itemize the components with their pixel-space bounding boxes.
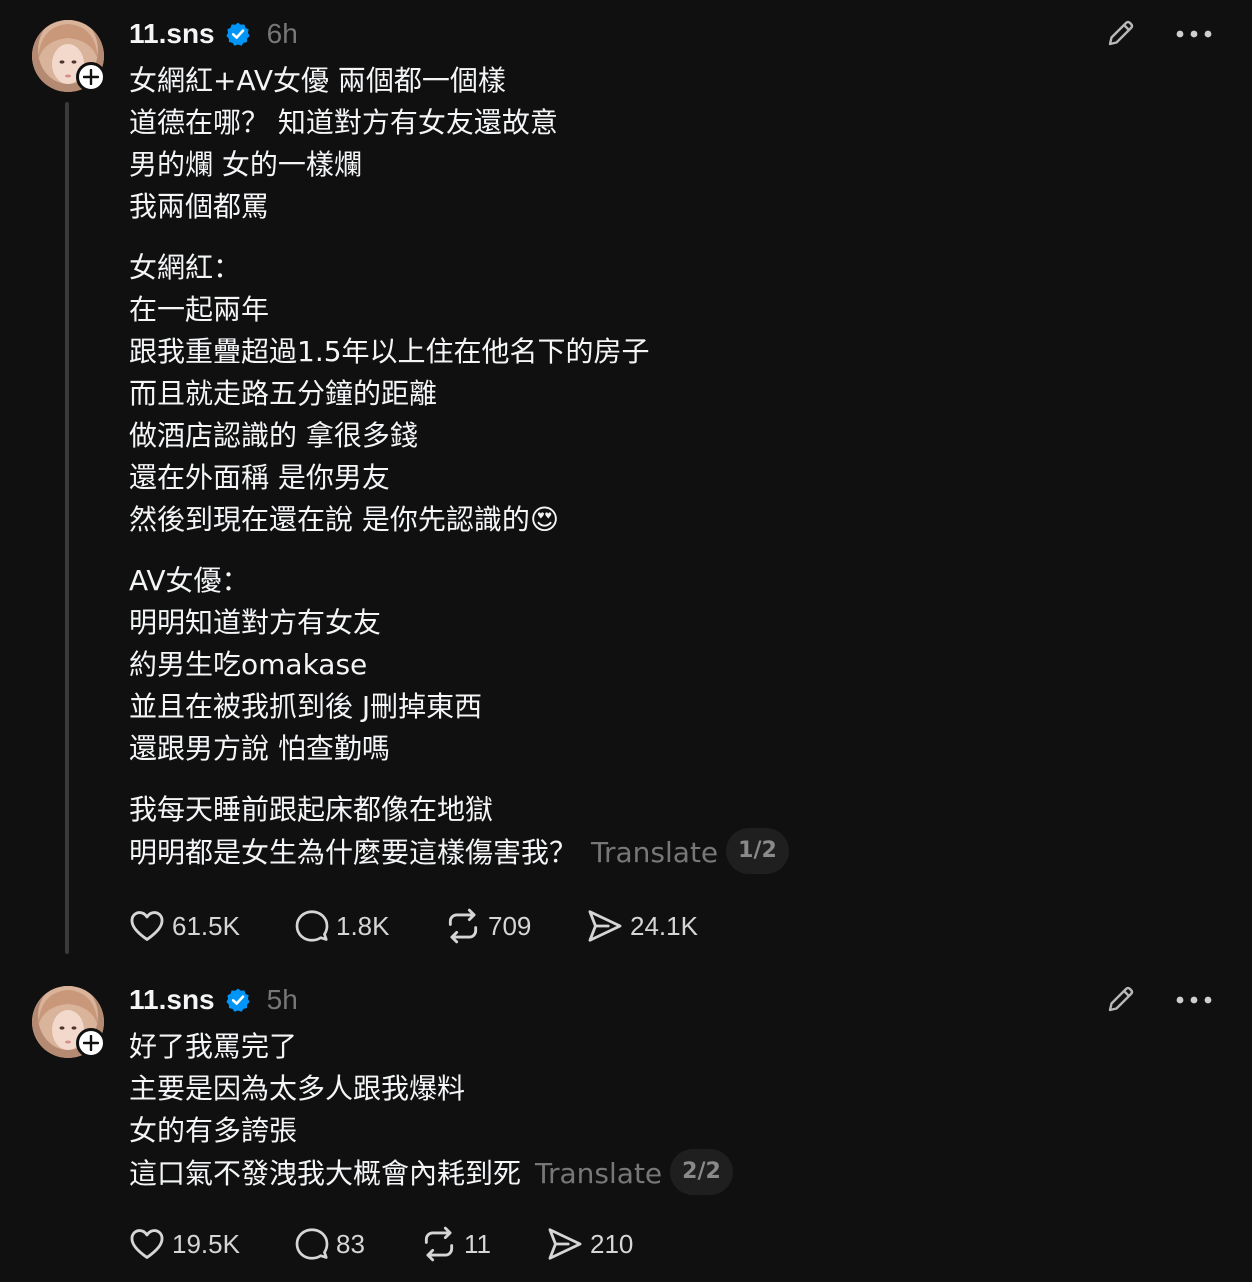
reply-count: 83 — [336, 1228, 365, 1259]
verified-badge-icon — [226, 22, 250, 46]
body-line: 跟我重疊超過1.5年以上住在他名下的房子 — [129, 335, 650, 368]
body-line: 在一起兩年 — [129, 293, 270, 326]
body-line: AV女優： — [129, 564, 250, 597]
heart-icon — [130, 1229, 164, 1259]
post-body: 女網紅+AV女優 兩個都一個樣 道德在哪？ 知道對方有女友還故意 男的爛 女的一… — [129, 60, 789, 874]
reply-button[interactable]: 83 — [294, 1226, 420, 1262]
like-button[interactable]: 61.5K — [128, 907, 294, 945]
share-count: 210 — [590, 1228, 634, 1259]
comment-icon — [295, 910, 329, 942]
body-line: 還在外面稱 是你男友 — [129, 461, 390, 494]
post-header: 11.sns 6h — [129, 14, 298, 54]
thread-page-indicator: 2/2 — [670, 1149, 733, 1195]
follow-button[interactable] — [76, 62, 106, 92]
body-line: 我每天睡前跟起床都像在地獄 — [129, 793, 494, 826]
post-header: 11.sns 5h — [129, 980, 298, 1020]
share-count: 24.1K — [630, 910, 698, 941]
body-line: 明明知道對方有女友 — [129, 606, 382, 639]
plus-icon — [83, 1035, 99, 1051]
body-line-text: 這口氣不發洩我大概會內耗到死 — [129, 1157, 522, 1190]
post-actions: 19.5K 83 11 210 — [128, 1222, 633, 1266]
share-button[interactable]: 24.1K — [586, 907, 698, 945]
verified-badge-icon — [226, 988, 250, 1012]
thread-post-1: 11.sns 6h 女網紅+AV女優 兩個都一個樣 道德在哪？ 知道對方有女友還… — [0, 0, 1252, 960]
body-line: 主要是因為太多人跟我爆料 — [129, 1072, 466, 1105]
send-icon — [588, 910, 622, 942]
plus-icon — [83, 69, 99, 85]
repost-count: 11 — [464, 1228, 491, 1259]
reply-button[interactable]: 1.8K — [294, 908, 444, 944]
body-line: 道德在哪？ 知道對方有女友還故意 — [129, 106, 558, 139]
post-actions: 61.5K 1.8K 709 24.1K — [128, 904, 698, 948]
body-line-last: 明明都是女生為什麼要這樣傷害我？ Translate 1/2 — [129, 828, 789, 874]
comment-icon — [295, 1228, 329, 1260]
body-line: 好了我罵完了 — [129, 1030, 298, 1063]
thread-page-indicator: 1/2 — [726, 828, 789, 874]
username[interactable]: 11.sns — [129, 18, 215, 50]
body-line: 並且在被我抓到後 J刪掉東西 — [129, 690, 483, 723]
pencil-icon[interactable] — [1104, 16, 1138, 50]
repost-button[interactable]: 11 — [420, 1225, 546, 1263]
body-line: 男的爛 女的一樣爛 — [129, 148, 362, 181]
body-line: 然後到現在還在說 是你先認識的😍 — [129, 503, 560, 536]
username[interactable]: 11.sns — [129, 984, 215, 1016]
repost-count: 709 — [488, 910, 532, 941]
send-icon — [548, 1228, 582, 1260]
body-line-text: 明明都是女生為什麼要這樣傷害我？ — [129, 836, 578, 869]
body-line: 而且就走路五分鐘的距離 — [129, 377, 438, 410]
translate-link[interactable]: Translate — [591, 836, 718, 869]
body-line: 女網紅： — [129, 251, 242, 284]
body-line: 約男生吃omakase — [129, 648, 368, 681]
repost-icon — [424, 1226, 454, 1262]
thread-post-2: 11.sns 5h 好了我罵完了 主要是因為太多人跟我爆料 女的有多誇張 這口氣… — [0, 966, 1252, 1282]
body-line: 我兩個都罵 — [129, 190, 270, 223]
repost-icon — [448, 908, 478, 944]
body-line-last: 這口氣不發洩我大概會內耗到死 Translate 2/2 — [129, 1149, 733, 1195]
post-body: 好了我罵完了 主要是因為太多人跟我爆料 女的有多誇張 這口氣不發洩我大概會內耗到… — [129, 1026, 733, 1195]
translate-link[interactable]: Translate — [535, 1157, 662, 1190]
share-button[interactable]: 210 — [546, 1225, 633, 1263]
follow-button[interactable] — [76, 1028, 106, 1058]
more-horizontal-icon[interactable] — [1174, 986, 1214, 1014]
like-button[interactable]: 19.5K — [128, 1225, 294, 1263]
body-line: 女網紅+AV女優 兩個都一個樣 — [129, 64, 506, 97]
heart-icon — [130, 911, 164, 941]
body-line: 做酒店認識的 拿很多錢 — [129, 419, 418, 452]
pencil-icon[interactable] — [1104, 982, 1138, 1016]
thread-connector-line — [65, 102, 69, 954]
more-horizontal-icon[interactable] — [1174, 20, 1214, 48]
like-count: 19.5K — [172, 1228, 240, 1259]
body-line: 還跟男方說 怕查勤嗎 — [129, 732, 390, 765]
reply-count: 1.8K — [336, 910, 390, 941]
post-timestamp: 6h — [266, 18, 298, 49]
post-timestamp: 5h — [266, 984, 298, 1015]
body-line: 女的有多誇張 — [129, 1114, 298, 1147]
like-count: 61.5K — [172, 910, 240, 941]
repost-button[interactable]: 709 — [444, 907, 586, 945]
